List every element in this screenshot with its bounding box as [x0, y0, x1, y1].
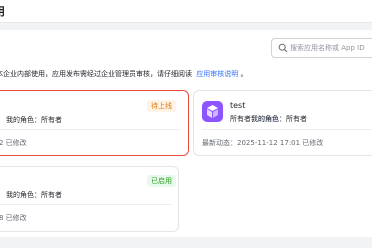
- cube-icon: [207, 105, 218, 118]
- audit-guide-link[interactable]: 应用审核说明: [196, 70, 238, 78]
- app-modified: 最新动态：2025-11-12 17:01 已修改: [202, 139, 324, 147]
- app-role: 我的角色：所有者: [6, 191, 62, 199]
- app-modified: 2 已修改: [0, 139, 27, 147]
- page-title: 用: [0, 3, 5, 19]
- top-bar: 用: [0, 0, 372, 23]
- notice-body: 本企业内部使用，应用发布需经过企业管理员审核，请仔细阅读: [0, 70, 192, 78]
- app-card-pending[interactable]: 待上线 我的角色：所有者 2 已修改: [0, 90, 189, 156]
- status-badge: 待上线: [147, 100, 176, 112]
- card-divider: [0, 129, 181, 130]
- search-icon: [278, 43, 288, 53]
- app-card-enabled[interactable]: 已启用 我的角色：所有者 8 已修改: [0, 166, 179, 232]
- app-role: 我的角色：所有者: [251, 115, 307, 123]
- notice-suffix: 。: [240, 70, 248, 78]
- status-badge: 已启用: [147, 175, 176, 187]
- app-icon: [202, 101, 223, 122]
- search-input[interactable]: [290, 39, 372, 57]
- app-role: 我的角色：所有者: [6, 116, 62, 124]
- card-divider: [0, 204, 171, 205]
- app-name: test: [230, 101, 246, 110]
- app-card-test[interactable]: test 所有者： 我的角色：所有者 最新动态：2025-11-12 17:01…: [193, 90, 372, 156]
- page-bottom: [0, 237, 372, 248]
- app-modified: 8 已修改: [0, 214, 27, 222]
- notice-text: 本企业内部使用，应用发布需经过企业管理员审核，请仔细阅读 应用审核说明 。: [0, 69, 247, 79]
- search-box[interactable]: [271, 38, 372, 58]
- card-divider: [202, 129, 372, 130]
